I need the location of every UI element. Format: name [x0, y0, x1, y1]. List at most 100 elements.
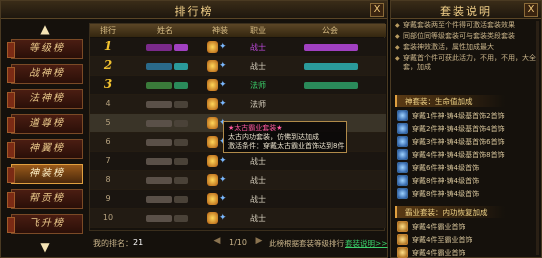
rank-number: 9: [105, 194, 111, 203]
table-row[interactable]: 10 ✦ 战士: [90, 209, 386, 228]
table-row[interactable]: 1 ✦ 战士: [90, 38, 386, 57]
player-name-blurred: [174, 139, 188, 146]
nav-item[interactable]: 神装榜: [7, 164, 83, 184]
nav-up-icon[interactable]: ▲: [33, 23, 57, 35]
table-row[interactable]: 8 ✦ 战士: [90, 171, 386, 190]
nav-item[interactable]: 等级榜: [7, 39, 83, 59]
category-nav: ▲ 等级榜战神榜法神榜道尊榜神翼榜神装榜帮贡榜飞升榜 ▼: [5, 21, 85, 257]
close-icon[interactable]: X: [524, 3, 538, 17]
rank-number: 3: [103, 77, 113, 91]
section-header: 神套装：生命值加成: [395, 95, 505, 107]
player-name-blurred: [146, 44, 172, 51]
info-titlebar[interactable]: 套装说明 X: [391, 1, 541, 19]
star-icon: ✦: [219, 194, 227, 204]
note-line: 穿戴首个件可获此活力，不用，不用，大全套，加成: [395, 54, 539, 72]
job-label: 法师: [250, 81, 266, 90]
note-line: 穿戴套装两至个件得可激活套装效果: [395, 21, 539, 30]
bonus-text: 穿戴8件神·铸4级首饰: [412, 177, 480, 185]
bonus-text: 穿戴1件神·铸4级基首饰2首饰: [412, 112, 505, 120]
pager: ◀ 1/10 ▶: [211, 235, 265, 251]
nav-down-icon[interactable]: ▼: [33, 241, 57, 253]
my-rank-label: 我的排名：: [93, 239, 133, 248]
player-name-blurred: [174, 101, 188, 108]
ranking-titlebar[interactable]: 排行榜 X: [1, 1, 387, 19]
section-header: 霸业套装：内功恢复加成: [395, 206, 505, 218]
set-info-window: 套装说明 X 穿戴套装两至个件得可激活套装效果 同部位同等级套装可与套装类段套装…: [390, 0, 542, 258]
equip-set-icon[interactable]: [207, 212, 218, 224]
equip-icon: [397, 110, 408, 121]
equip-set-icon[interactable]: [207, 41, 218, 53]
equip-set-icon[interactable]: [207, 117, 218, 129]
bonus-text: 穿戴4件神·铸4级基首饰8首饰: [412, 151, 505, 159]
bonus-text: 穿戴3件神·铸4级基首饰6首饰: [412, 138, 505, 146]
table-row[interactable]: 3 ✦ 法师: [90, 76, 386, 95]
tooltip-title: ★太古霸业套装★: [228, 124, 283, 132]
info-scrollbar[interactable]: [536, 21, 539, 255]
prev-page-icon[interactable]: ◀: [211, 236, 223, 250]
nav-item[interactable]: 道尊榜: [7, 114, 83, 134]
bonus-item: 穿戴1件神·铸4级基首饰2首饰: [397, 109, 531, 122]
nav-item[interactable]: 帮贡榜: [7, 189, 83, 209]
close-icon[interactable]: X: [370, 3, 384, 17]
player-name-blurred: [174, 177, 188, 184]
equip-icon: [397, 234, 408, 245]
player-name-blurred: [174, 215, 188, 222]
bonus-item: 穿戴4件霸业首饰: [397, 246, 531, 258]
nav-item[interactable]: 法神榜: [7, 89, 83, 109]
equip-icon: [397, 175, 408, 186]
star-icon: ✦: [219, 156, 227, 166]
equip-set-icon[interactable]: [207, 193, 218, 205]
player-name-blurred: [146, 196, 172, 203]
equip-icon: [397, 123, 408, 134]
table-row[interactable]: 4 ✦ 法师: [90, 95, 386, 114]
equip-set-icon[interactable]: [207, 79, 218, 91]
rank-number: 6: [105, 137, 111, 146]
star-icon: ✦: [219, 61, 227, 71]
job-label: 战士: [250, 214, 266, 223]
table-row[interactable]: 7 ✦ 战士: [90, 152, 386, 171]
guild-name-blurred: [304, 63, 358, 70]
rank-number: 2: [103, 58, 113, 72]
info-title: 套装说明: [440, 5, 492, 18]
bonus-item: 穿戴4件至霸业首饰: [397, 233, 531, 246]
bonus-text: 穿戴6件神·铸4级首饰: [412, 164, 480, 172]
bonus-item: 穿戴6件神·铸4级首饰: [397, 161, 531, 174]
job-label: 法师: [250, 100, 266, 109]
equip-set-icon[interactable]: [207, 98, 218, 110]
ranking-title: 排行榜: [174, 5, 214, 18]
rank-number: 5: [105, 118, 111, 127]
table-row[interactable]: 9 ✦ 战士: [90, 190, 386, 209]
equip-set-icon[interactable]: [207, 60, 218, 72]
set-help-link[interactable]: 套装说明>>: [345, 238, 388, 249]
job-label: 战士: [250, 176, 266, 185]
next-page-icon[interactable]: ▶: [253, 236, 265, 250]
nav-item[interactable]: 神翼榜: [7, 139, 83, 159]
player-name-blurred: [146, 177, 172, 184]
bonus-text: 穿戴2件神·铸4级基首饰4首饰: [412, 125, 505, 133]
nav-item[interactable]: 战神榜: [7, 64, 83, 84]
section-title: 霸业套装：内功恢复加成: [405, 208, 488, 217]
tooltip-condition: 激活条件：穿戴太古霸业首饰达到8件: [228, 142, 345, 150]
rank-number: 10: [102, 213, 114, 222]
bonus-item: 穿戴4件霸业首饰: [397, 220, 531, 233]
header-guild: 公会: [322, 26, 338, 35]
equip-set-icon[interactable]: [207, 174, 218, 186]
player-name-blurred: [174, 120, 188, 127]
player-name-blurred: [174, 158, 188, 165]
rank-number: 7: [105, 156, 111, 165]
star-icon: ✦: [219, 42, 227, 52]
bonus-text: 穿戴4件霸业首饰: [412, 223, 466, 231]
rank-number: 8: [105, 175, 111, 184]
section-title: 神套装：生命值加成: [405, 97, 473, 106]
bonus-item: 穿戴8件神·铸4级首饰: [397, 174, 531, 187]
equip-set-icon[interactable]: [207, 136, 218, 148]
equip-icon: [397, 149, 408, 160]
ranking-hint: 此榜根据套装等级排行: [269, 239, 344, 248]
equip-icon: [397, 162, 408, 173]
table-row[interactable]: 2 ✦ 战士: [90, 57, 386, 76]
equip-set-icon[interactable]: [207, 155, 218, 167]
equip-icon: [397, 136, 408, 147]
nav-item[interactable]: 飞升榜: [7, 214, 83, 234]
page-indicator: 1/10: [229, 238, 247, 247]
tooltip-desc: 太古内功套装，仿佛到达加成: [228, 133, 319, 141]
